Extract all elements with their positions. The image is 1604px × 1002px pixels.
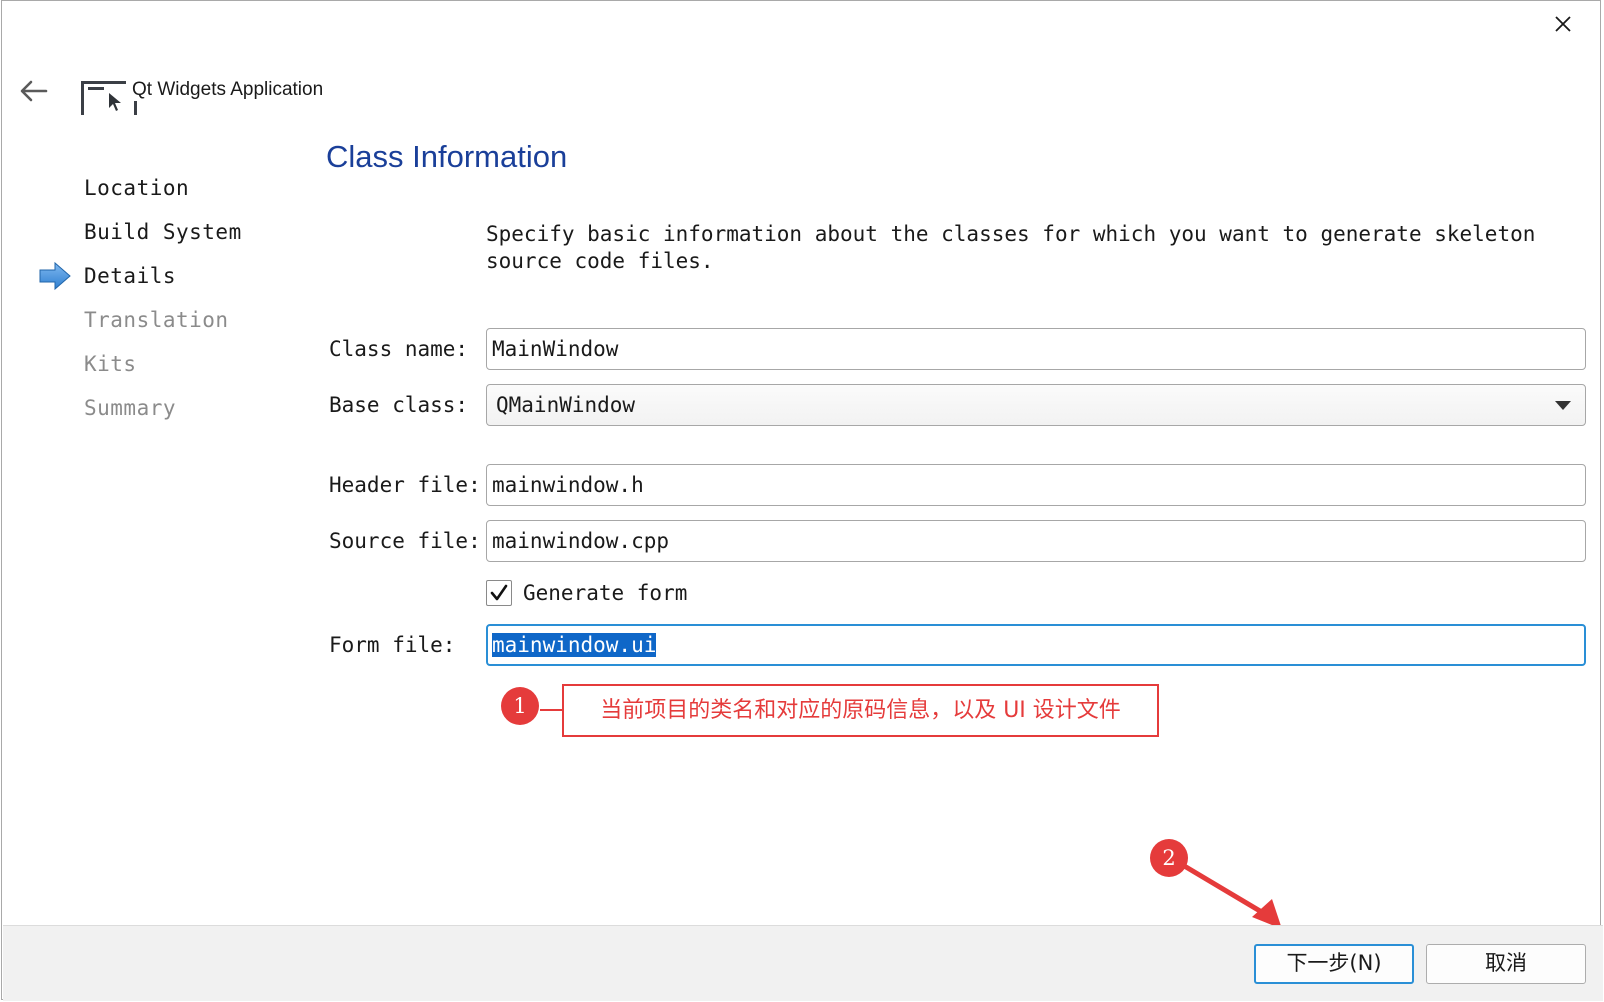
- source-file-label: Source file:: [329, 529, 481, 553]
- checkmark-icon: [490, 584, 508, 601]
- class-name-input[interactable]: MainWindow: [486, 328, 1586, 370]
- header-file-input[interactable]: mainwindow.h: [486, 464, 1586, 506]
- wizard-steps: Location Build System Details Translatio…: [38, 173, 242, 437]
- step-translation: Translation: [38, 305, 242, 349]
- generate-form-label[interactable]: Generate form: [523, 579, 687, 607]
- source-file-input[interactable]: mainwindow.cpp: [486, 520, 1586, 562]
- wizard-title: Qt Widgets Application: [126, 79, 324, 101]
- cancel-button[interactable]: 取消: [1426, 944, 1586, 984]
- step-details: Details: [38, 261, 242, 305]
- wizard-window: Qt Widgets Application Location Build Sy…: [1, 0, 1603, 1001]
- generate-form-checkbox[interactable]: [486, 580, 512, 606]
- class-name-label: Class name:: [329, 337, 469, 361]
- step-label: Build System: [84, 220, 242, 244]
- step-kits: Kits: [38, 349, 242, 393]
- close-icon: [1555, 16, 1571, 32]
- page-description: Specify basic information about the clas…: [486, 222, 1536, 273]
- step-summary: Summary: [38, 393, 242, 437]
- step-label: Kits: [84, 352, 137, 376]
- form-file-label: Form file:: [329, 633, 456, 657]
- step-label: Details: [84, 264, 177, 288]
- step-arrow-icon: [39, 261, 71, 291]
- annotation-1-box: 当前项目的类名和对应的原码信息，以及 UI 设计文件: [562, 684, 1159, 737]
- annotation-1-badge: 1: [501, 687, 539, 725]
- base-class-value: QMainWindow: [496, 393, 636, 417]
- form-file-input[interactable]: mainwindow.ui: [486, 624, 1586, 666]
- step-location: Location: [38, 173, 242, 217]
- base-class-label: Base class:: [329, 393, 469, 417]
- annotation-2-arrow: [1183, 864, 1282, 929]
- back-button[interactable]: [16, 73, 52, 109]
- annotation-1-connector: [540, 709, 562, 711]
- form-file-value: mainwindow.ui: [492, 633, 657, 657]
- header-file-label: Header file:: [329, 473, 481, 497]
- step-label: Summary: [84, 396, 177, 420]
- page-title: Class Information: [326, 139, 568, 174]
- chevron-down-icon: [1555, 401, 1571, 410]
- step-label: Translation: [84, 308, 229, 332]
- step-label: Location: [84, 176, 190, 200]
- step-build-system: Build System: [38, 217, 242, 261]
- back-arrow-icon: [20, 80, 48, 102]
- next-button[interactable]: 下一步(N): [1254, 944, 1414, 984]
- close-button[interactable]: [1548, 9, 1578, 39]
- base-class-select[interactable]: QMainWindow: [486, 384, 1586, 426]
